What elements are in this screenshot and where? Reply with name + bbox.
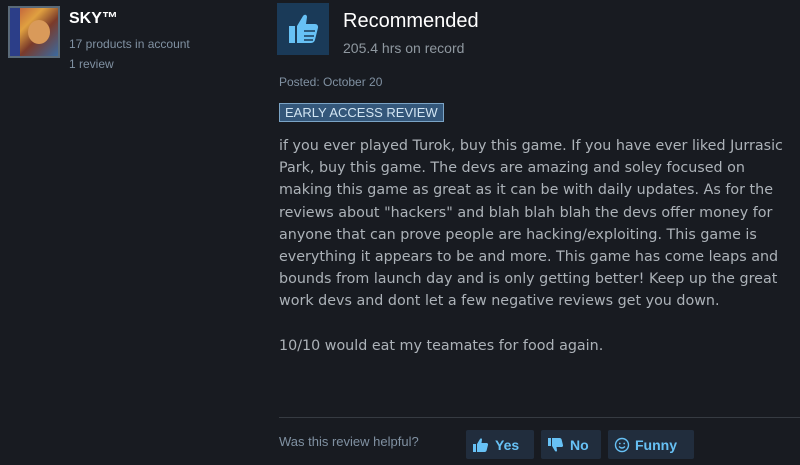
verdict-title[interactable]: Recommended [343, 10, 479, 33]
smiley-icon [614, 437, 630, 453]
vote-no-button[interactable]: No [541, 430, 601, 459]
early-access-badge: EARLY ACCESS REVIEW [279, 103, 444, 122]
vote-no-label: No [570, 436, 589, 453]
reviewer-name[interactable]: SKY™ [69, 10, 118, 28]
avatar-image [10, 8, 58, 56]
posted-date: Posted: October 20 [279, 75, 383, 89]
avatar[interactable] [8, 6, 60, 58]
vote-funny-label: Funny [635, 436, 677, 453]
products-in-account-link[interactable]: 17 products in account [69, 37, 190, 51]
review-count-link[interactable]: 1 review [69, 57, 114, 71]
thumbs-down-icon [547, 437, 565, 453]
reviewer-block: SKY™ 17 products in account 1 review [8, 6, 258, 71]
hours-on-record: 205.4 hrs on record [343, 40, 465, 56]
vote-yes-button[interactable]: Yes [466, 430, 534, 459]
divider [279, 417, 800, 418]
review-paragraph: if you ever played Turok, buy this game.… [279, 138, 783, 310]
vote-yes-label: Yes [495, 436, 520, 453]
review-paragraph: 10/10 would eat my teamates for food aga… [279, 337, 604, 354]
helpful-question: Was this review helpful? [279, 434, 419, 449]
thumbs-up-glyph [289, 14, 319, 43]
thumbs-up-icon [472, 437, 490, 453]
thumbs-up-icon [277, 3, 329, 55]
review-text: if you ever played Turok, buy this game.… [279, 135, 794, 357]
avatar-character [28, 20, 50, 44]
vote-funny-button[interactable]: Funny [608, 430, 694, 459]
avatar-cartridge-strip [10, 8, 20, 56]
